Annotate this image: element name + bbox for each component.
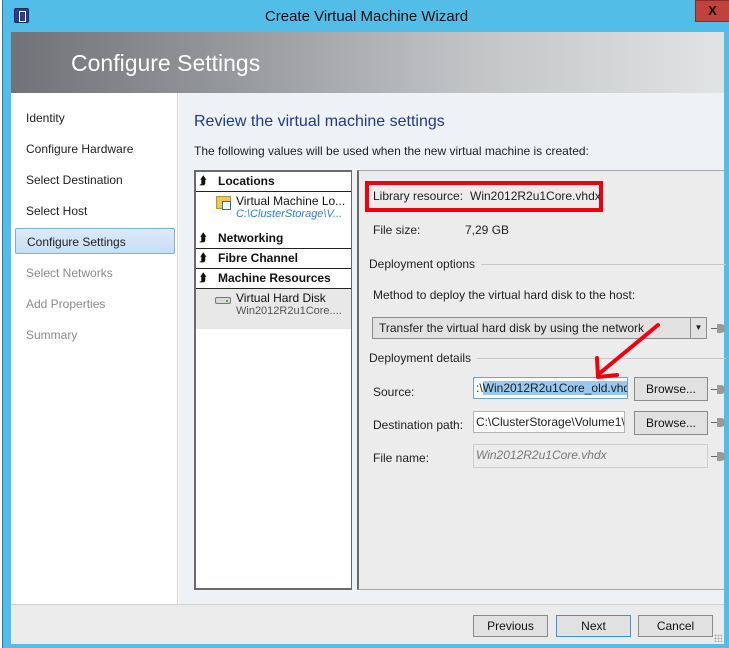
window-title: Create Virtual Machine Wizard [264,8,469,25]
details-panel: Library resource: Win2012R2u1Core.vhdx F… [357,170,727,590]
page-title: Configure Settings [71,50,261,76]
method-label: Method to deploy the virtual hard disk t… [373,288,636,302]
tree-category-locations[interactable]: ⮭ Locations [196,172,351,192]
tree-category-label: Networking [218,231,284,245]
section-heading: Review the virtual machine settings [194,113,445,130]
chevron-down-icon[interactable]: ▼ [690,318,706,338]
source-prefix: :\ [476,381,483,395]
wizard-window: Create Virtual Machine Wizard X Configur… [2,0,729,648]
tree-category-label: Locations [218,174,275,188]
library-resource-label: Library resource: [373,189,464,203]
previous-button[interactable]: Previous [473,615,548,637]
file-name-input: Win2012R2u1Core.vhdx [473,444,708,468]
collapse-icon[interactable]: ⮭ [200,229,207,247]
source-input[interactable]: :\Win2012R2u1Core_old.vhdx [473,377,628,399]
tree-item-virtual-hard-disk[interactable]: Virtual Hard Disk Win2012R2u1Core.... [196,289,351,329]
deployment-options-label: Deployment options [369,257,482,271]
resize-grip[interactable] [714,634,722,642]
section-description: The following values will be used when t… [194,144,589,158]
file-size-label: File size: [373,223,421,237]
tree-category-networking[interactable]: ⮭ Networking [196,229,351,249]
cancel-button[interactable]: Cancel [638,615,713,637]
tree-item-subtitle: Win2012R2u1Core.... [236,305,342,317]
tree-item-subtitle: C:\ClusterStorage\V... [236,208,343,220]
dropdown-value: Transfer the virtual hard disk by using … [379,321,645,335]
page-banner: Configure Settings [11,32,724,93]
close-button[interactable]: X [695,0,729,22]
collapse-icon[interactable]: ⮭ [200,269,207,287]
file-size-value: 7,29 GB [465,223,510,237]
wizard-client-area: Configure Settings Identity Configure Ha… [11,32,727,644]
tree-item-title: Virtual Machine Lo... [236,194,346,208]
wizard-footer: Previous Next Cancel [11,604,724,644]
tree-category-fibre-channel[interactable]: ⮭ Fibre Channel [196,249,351,269]
plug-icon [711,451,727,461]
folder-icon [216,196,231,210]
hard-disk-icon [215,297,231,304]
sidebar-item-select-destination[interactable]: Select Destination [15,167,175,193]
browse-source-button[interactable]: Browse... [634,377,708,401]
plug-icon [711,417,727,427]
collapse-icon[interactable]: ⮭ [200,249,207,267]
collapse-icon[interactable]: ⮭ [200,172,207,190]
sidebar-item-summary: Summary [26,328,78,342]
main-panel: Review the virtual machine settings The … [179,93,727,604]
tree-item-title: Virtual Hard Disk [236,291,326,305]
tree-category-label: Machine Resources [218,271,331,285]
library-resource-value: Win2012R2u1Core.vhdx [470,189,601,203]
sidebar-item-identity[interactable]: Identity [15,105,175,131]
tree-category-machine-resources[interactable]: ⮭ Machine Resources [196,269,351,289]
destination-path-input[interactable]: C:\ClusterStorage\Volume1\ [473,411,625,433]
sidebar-item-configure-hardware[interactable]: Configure Hardware [15,136,175,162]
tree-category-label: Fibre Channel [218,251,299,265]
sidebar-item-select-host[interactable]: Select Host [15,198,175,224]
sidebar-item-configure-settings[interactable]: Configure Settings [15,228,175,254]
destination-path-label: Destination path: [373,418,464,432]
browse-destination-button[interactable]: Browse... [634,411,708,435]
source-label: Source: [373,385,415,399]
sidebar-item-add-properties: Add Properties [26,297,106,311]
wizard-steps-sidebar: Identity Configure Hardware Select Desti… [11,93,178,604]
source-selected-text: Win2012R2u1Core_old.vhdx [482,381,627,395]
file-name-label: File name: [373,451,430,465]
title-bar: Create Virtual Machine Wizard X [3,0,729,32]
sidebar-item-select-networks: Select Networks [26,266,113,280]
deployment-details-label: Deployment details [369,351,478,365]
settings-tree: ⮭ Locations Virtual Machine Lo... C:\Clu… [194,170,352,590]
tree-item-vm-location[interactable]: Virtual Machine Lo... C:\ClusterStorage\… [196,192,351,232]
plug-icon [711,323,727,333]
next-button[interactable]: Next [556,615,631,637]
deployment-method-dropdown[interactable]: Transfer the virtual hard disk by using … [372,317,707,339]
plug-icon [711,384,727,394]
